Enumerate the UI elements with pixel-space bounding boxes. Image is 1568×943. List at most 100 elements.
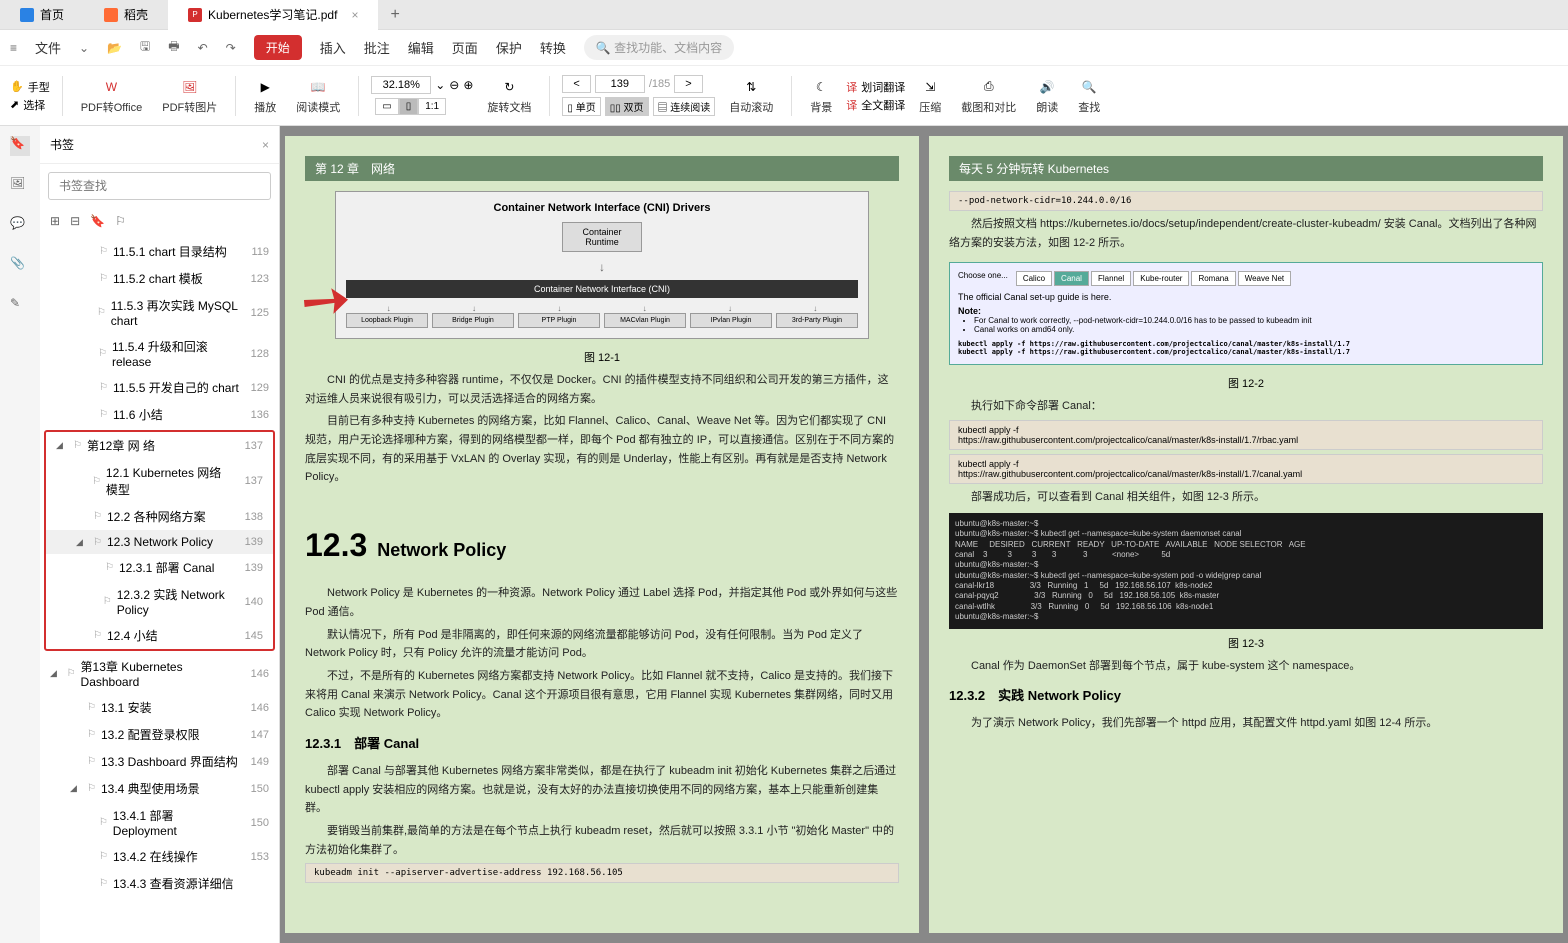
prev-page-button[interactable]: < [562,75,590,93]
search-box[interactable]: 🔍 查找功能、文档内容 [584,35,734,60]
bookmark-ribbon-icon: ⚐ [87,756,96,767]
folder-open-icon[interactable]: 📂 [107,41,122,55]
bookmark-item[interactable]: ⚐13.3 Dashboard 界面结构149 [40,748,279,775]
bookmark-ribbon-icon: ⚐ [99,409,108,420]
tab-daoke-label: 稻壳 [124,6,148,23]
page-input[interactable] [595,75,645,93]
next-page-button[interactable]: > [674,75,702,93]
bookmark-item[interactable]: ⚐11.6 小结136 [40,401,279,428]
play-button[interactable]: ▶ 播放 [248,77,282,115]
tree-toggle-icon[interactable]: ◢ [50,668,62,679]
menu-page[interactable]: 页面 [452,38,478,57]
bookmark-item[interactable]: ⚐12.1 Kubernetes 网络模型137 [46,459,273,503]
screenshot-button[interactable]: ⎙ 截图和对比 [955,77,1022,115]
bookmark-text: 11.5.1 chart 目录结构 [113,243,227,260]
save-icon[interactable]: 🖫 [140,37,150,58]
menu-protect[interactable]: 保护 [496,38,522,57]
menu-comment[interactable]: 批注 [364,38,390,57]
bookmark-item[interactable]: ⚐11.5.1 chart 目录结构119 [40,238,279,265]
body-text: 默认情况下，所有 Pod 是非隔离的，即任何来源的网络流量都能够访问 Pod，没… [305,626,899,663]
bookmark-ribbon-icon: ⚐ [99,382,108,393]
bookmark-item[interactable]: ⚐11.5.3 再次实践 MySQL chart125 [40,292,279,333]
background-button[interactable]: ☾ 背景 [804,77,838,115]
single-page-button[interactable]: ▯ 单页 [562,97,600,116]
chevron-down-icon[interactable]: ⌄ [79,41,89,55]
bookmark-item[interactable]: ⚐12.3.2 实践 Network Policy140 [46,581,273,622]
bookmark-item[interactable]: ⚐13.4.2 在线操作153 [40,843,279,870]
double-page-button[interactable]: ▯▯ 双页 [605,97,649,116]
menu-start[interactable]: 开始 [254,35,302,60]
document-viewport[interactable]: 第 12 章 网络 ➘ Container Network Interface … [280,126,1568,943]
print-icon[interactable]: 🖶 [168,37,179,58]
image-icon[interactable]: 🖼 [10,176,30,196]
hamburger-icon[interactable]: ≡ [10,41,17,55]
bookmark-item[interactable]: ⚐13.4.3 查看资源详细信 [40,870,279,897]
attachment-icon[interactable]: 📎 [10,256,30,276]
bookmark-item[interactable]: ⚐13.4.1 部署 Deployment150 [40,802,279,843]
add-tab-button[interactable]: + [378,6,411,24]
bookmark-ribbon-icon: ⚐ [87,729,96,740]
option-tab: Kube-router [1133,271,1189,286]
comment-icon[interactable]: 💬 [10,216,30,236]
close-icon[interactable]: × [351,8,358,22]
hand-tool[interactable]: ✋手型 [10,79,50,95]
tab-pdf[interactable]: P Kubernetes学习笔记.pdf × [168,0,378,30]
pdf-to-office-button[interactable]: W PDF转Office [75,77,149,115]
read-mode-button[interactable]: 📖 阅读模式 [290,77,346,115]
stamp-icon[interactable]: ✎ [10,296,30,316]
bookmark-item[interactable]: ◢⚐13.4 典型使用场景150 [40,775,279,802]
menu-file[interactable]: 文件 [35,38,61,57]
compress-button[interactable]: ⇲ 压缩 [913,77,947,115]
bookmark-search-input[interactable] [48,172,271,200]
rotate-button[interactable]: ↻ 旋转文档 [481,77,537,115]
menu-edit[interactable]: 编辑 [408,38,434,57]
menu-convert[interactable]: 转换 [540,38,566,57]
bookmark-item[interactable]: ⚐11.5.2 chart 模板123 [40,265,279,292]
bookmark-item[interactable]: ⚐13.1 安装146 [40,694,279,721]
bookmark-item[interactable]: ◢⚐第12章 网 络137 [46,432,273,459]
tab-home[interactable]: 首页 [0,0,84,30]
bookmark-item[interactable]: ⚐13.2 配置登录权限147 [40,721,279,748]
undo-icon[interactable]: ↶ [198,41,208,55]
continuous-button[interactable]: ▤ 连续阅读 [653,97,716,116]
tab-daoke[interactable]: 稻壳 [84,0,168,30]
chevron-down-icon[interactable]: ⌄ [435,78,445,92]
bookmark-item[interactable]: ⚐11.5.5 开发自己的 chart129 [40,374,279,401]
menu-insert[interactable]: 插入 [320,38,346,57]
bookmark-item[interactable]: ◢⚐第13章 Kubernetes Dashboard146 [40,653,279,694]
bookmark-item[interactable]: ◢⚐12.3 Network Policy139 [46,530,273,554]
actual-size-button[interactable]: 1:1 [418,98,446,115]
bookmark-list: ⚐11.5.1 chart 目录结构119⚐11.5.2 chart 模板123… [40,234,279,943]
collapse-all-icon[interactable]: ⊟ [70,214,80,228]
find-button[interactable]: 🔍 查找 [1072,77,1106,115]
select-tool[interactable]: ⬈选择 [10,97,50,113]
bookmark-text: 11.5.4 升级和回滚 release [112,338,239,369]
expand-all-icon[interactable]: ⊞ [50,214,60,228]
fit-page-button[interactable]: ▭ [375,98,398,115]
add-bookmark-icon[interactable]: 🔖 [90,214,105,228]
bookmark-item[interactable]: ⚐12.3.1 部署 Canal139 [46,554,273,581]
bookmark-item[interactable]: ⚐12.4 小结145 [46,622,273,649]
bookmark-item[interactable]: ⚐11.5.4 升级和回滚 release128 [40,333,279,374]
tree-toggle-icon[interactable]: ◢ [76,537,88,548]
auto-scroll-button[interactable]: ⇅ 自动滚动 [723,77,779,115]
bookmark-ribbon-icon: ⚐ [98,348,107,359]
bookmark-item[interactable]: ⚐12.2 各种网络方案138 [46,503,273,530]
redo-icon[interactable]: ↷ [226,41,236,55]
bookmark-ribbon-icon[interactable]: ⚐ [115,214,126,228]
zoom-input[interactable] [371,76,431,94]
pdf-to-image-button[interactable]: 🖼 PDF转图片 [156,77,223,115]
zoom-in-icon[interactable]: ⊕ [463,78,473,92]
full-translate-button[interactable]: 译全文翻译 [846,97,905,113]
bookmark-icon[interactable]: 🔖 [10,136,30,156]
zoom-out-icon[interactable]: ⊖ [449,78,459,92]
close-sidebar-icon[interactable]: × [262,138,269,152]
word-translate-button[interactable]: 译划词翻译 [846,79,905,95]
body-text: 为了演示 Network Policy，我们先部署一个 httpd 应用，其配置… [949,714,1543,733]
read-aloud-button[interactable]: 🔊 朗读 [1030,77,1064,115]
play-icon: ▶ [255,77,275,97]
tree-toggle-icon[interactable]: ◢ [56,440,68,451]
bookmark-ribbon-icon: ⚐ [93,537,102,548]
fit-width-button[interactable]: ▯ [399,98,419,115]
tree-toggle-icon[interactable]: ◢ [70,783,82,794]
